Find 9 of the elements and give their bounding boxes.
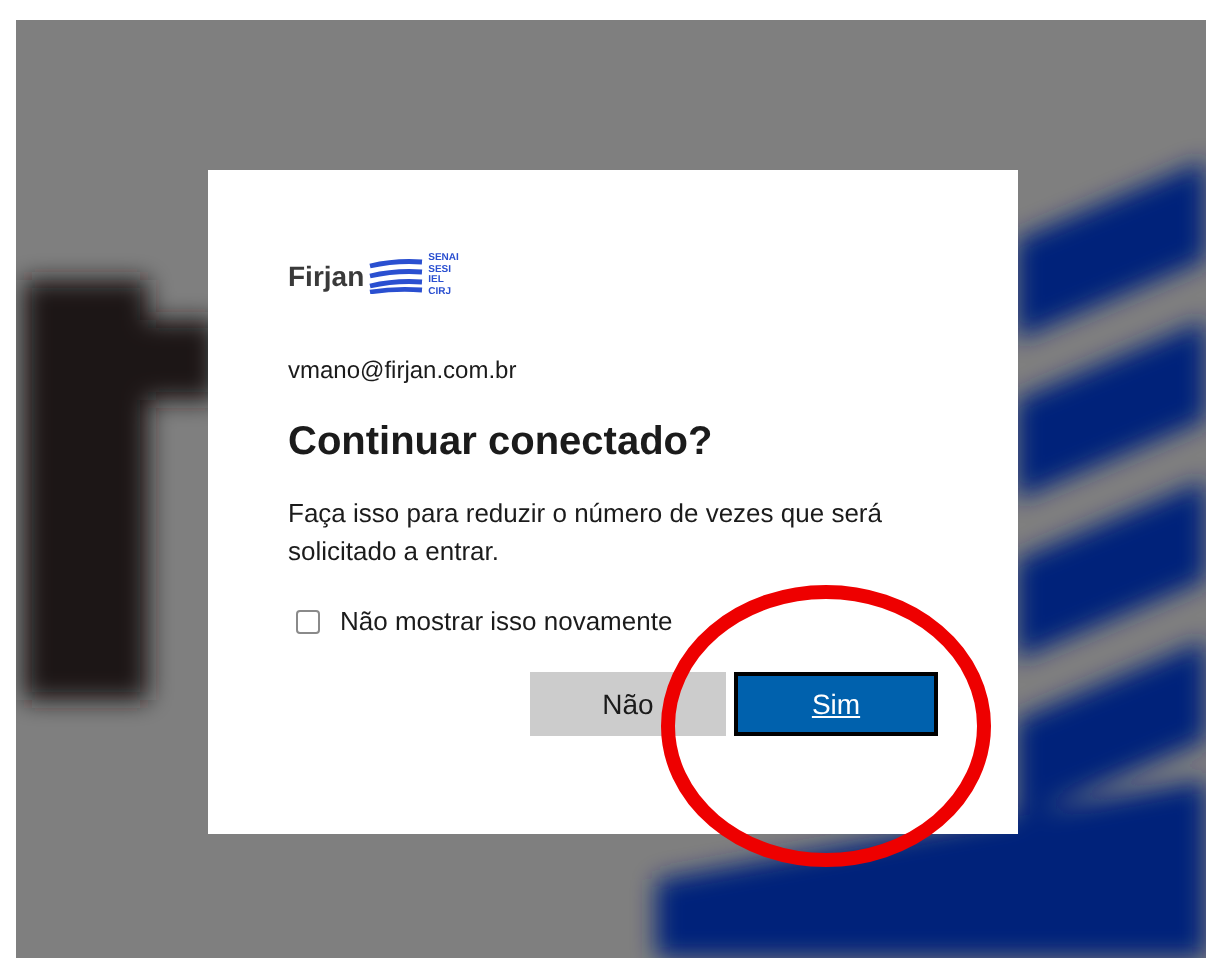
logo-text: Firjan [288,260,365,292]
dialog-title: Continuar conectado? [288,420,715,466]
checkbox-label[interactable]: Não mostrar isso novamente [340,606,673,636]
checkbox[interactable] [296,609,320,633]
no-button[interactable]: Não [530,672,726,736]
account-email: vmano@firjan.com.br [288,356,519,384]
dialog-message: Faça isso para reduzir o número de vezes que será solicitado a entrar. [288,496,884,570]
waves-logo-icon [368,258,425,294]
yes-button[interactable]: Sim [734,672,938,736]
